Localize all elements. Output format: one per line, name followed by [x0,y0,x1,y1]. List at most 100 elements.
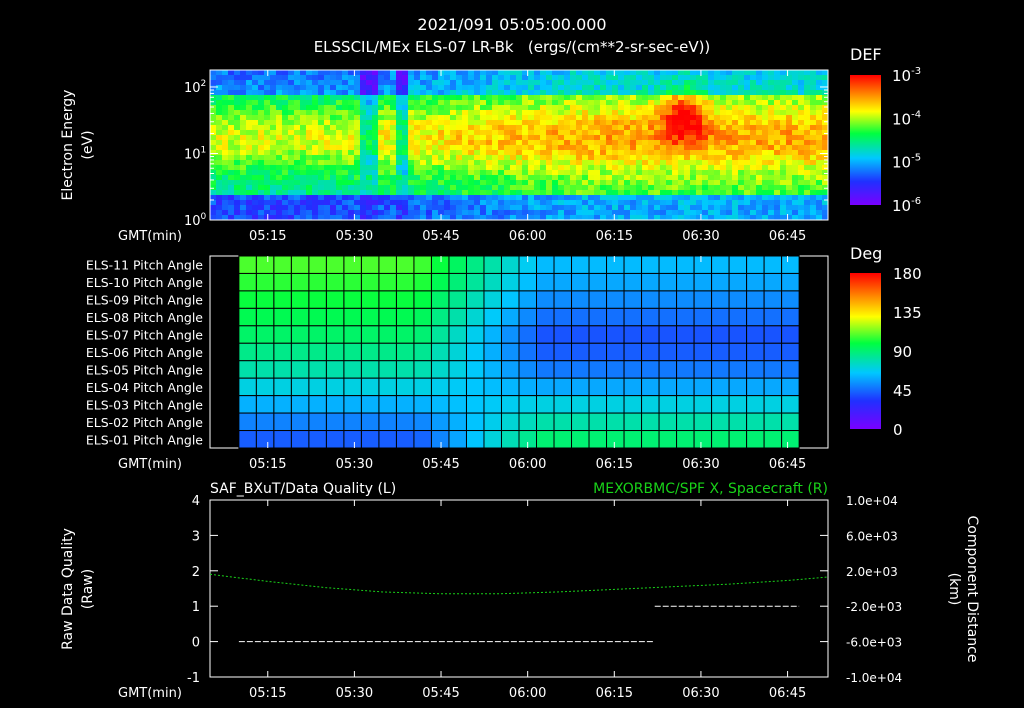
spectrogram-cell [294,160,301,166]
pitch-angle-cell [378,412,397,432]
spectrogram-cell [438,90,445,96]
spectrogram-cell [318,80,325,86]
spectrogram-cell [498,160,505,166]
spectrogram-cell [522,130,529,136]
spectrogram-cell [384,70,391,76]
spectrogram-cell [732,80,739,86]
spectrogram-cell [426,200,433,206]
spectrogram-cell [744,125,751,131]
spectrogram-cell [510,140,517,146]
spectrogram-cell [516,195,523,201]
spectrogram-cell [510,75,517,81]
spectrogram-cell [498,115,505,121]
pitch-angle-cell [536,360,555,379]
spectrogram-cell [228,135,235,141]
pitch-angle-cell [536,325,555,344]
spectrogram-cell [414,70,421,76]
spectrogram-cell [324,80,331,86]
spectrogram-cell [486,115,493,121]
spectrogram-cell [648,100,655,106]
spectrogram-cell [312,150,319,156]
spectrogram-cell [606,95,613,101]
spectrogram-cell [708,125,715,131]
spectrogram-cell [672,200,679,206]
spectrogram-cell [324,110,331,116]
spectrogram-cell [594,125,601,131]
pitch-angle-cell [676,342,695,362]
spectrogram-cell [540,75,547,81]
spectrogram-cell [576,170,583,176]
spectrogram-cell [606,205,613,211]
spectrogram-cell [498,90,505,96]
spectrogram-cell [462,105,469,111]
spectrogram-cell [348,70,355,76]
spectrogram-cell [726,195,733,201]
spectrogram-cell [696,130,703,136]
spectrogram-cell [288,70,295,76]
spectrogram-cell [630,170,637,176]
spectrogram-cell [300,155,307,161]
spectrogram-cell [288,75,295,81]
spectrogram-cell [684,115,691,121]
spectrogram-cell [360,120,367,126]
spectrogram-cell [390,80,397,86]
spectrogram-cell [774,105,781,111]
pitch-angle-cell [413,255,432,274]
spectrogram-cell [390,150,397,156]
spectrogram-cell [336,115,343,121]
spectrogram-cell [714,175,721,181]
spectrogram-cell [618,110,625,116]
spectrogram-cell [444,195,451,201]
spectrogram-cell [822,125,829,131]
spectrogram-cell [408,120,415,126]
spectrogram-cell [210,140,217,146]
spectrogram-cell [282,150,289,156]
spectrogram-cell [738,205,745,211]
pitch-angle-cell [308,255,327,274]
spectrogram-cell [342,175,349,181]
spectrogram-cell [678,85,685,91]
spectrogram-cell [492,80,499,86]
line-left-title: SAF_BXuT/Data Quality (L) [210,481,396,497]
spectrogram-cell [702,95,709,101]
spectrogram-cell [336,85,343,91]
x-tick-label: 06:00 [509,229,546,244]
spectrogram-cell [738,165,745,171]
spectrogram-cell [816,165,823,171]
pitch-angle-cell [483,255,502,274]
spectrogram-cell [558,200,565,206]
spectrogram-cell [534,110,541,116]
spectrogram-cell [582,115,589,121]
spectrogram-cell [264,70,271,76]
spectrogram-cell [432,205,439,211]
spectrogram-cell [276,80,283,86]
spectrogram-cell [564,200,571,206]
spectrogram-cell [486,210,493,216]
spectrogram-cell [762,105,769,111]
spectrogram-cell [366,165,373,171]
spectrogram-cell [684,95,691,101]
spectrogram-cell [648,130,655,136]
spectrogram-cell [228,175,235,181]
spectrogram-cell [444,150,451,156]
spectrogram-cell [786,180,793,186]
spectrogram-cell [630,105,637,111]
pitch-angle-cell [746,255,765,274]
spectrogram-cell [474,145,481,151]
spectrogram-cell [612,110,619,116]
spectrogram-cell [642,75,649,81]
spectrogram-cell [258,160,265,166]
x-tick-label: 05:15 [249,686,286,701]
spectrogram-ylabel-line2: (eV) [80,130,96,159]
spectrogram-cell [378,210,385,216]
spectrogram-cell [276,165,283,171]
spectrogram-cell [534,195,541,201]
pitch-angle-cell [553,360,573,379]
spectrogram-cell [366,75,373,81]
spectrogram-cell [582,125,589,131]
spectrogram-cell [660,150,667,156]
spectrogram-cell [810,165,817,171]
spectrogram-cell [390,210,397,216]
spectrogram-cell [540,180,547,186]
spectrogram-cell [738,115,745,121]
